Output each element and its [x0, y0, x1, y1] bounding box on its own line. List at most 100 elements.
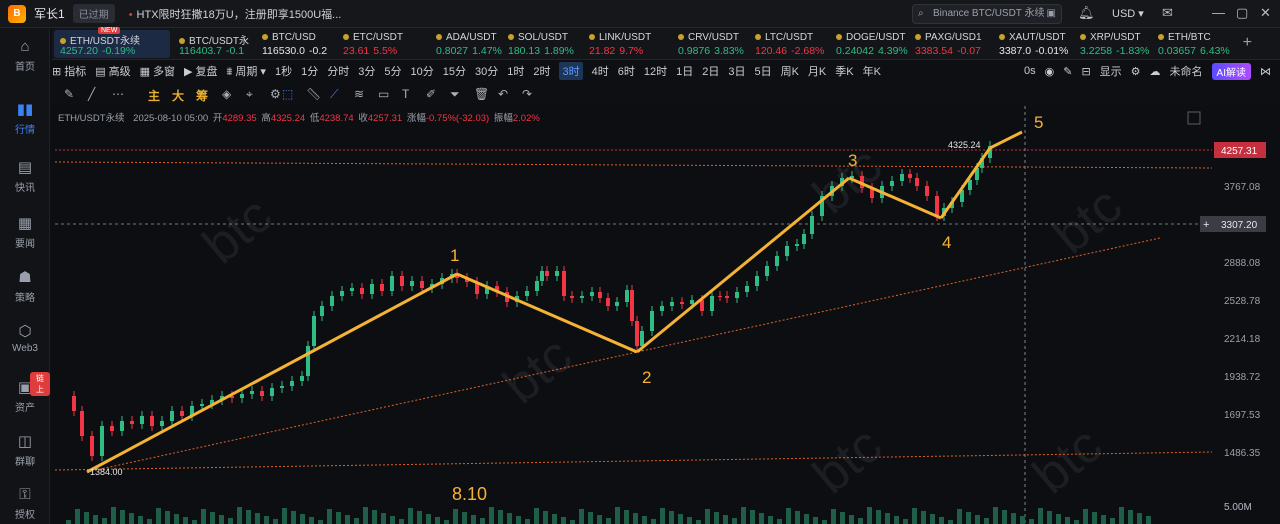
- timeframe-tab[interactable]: 年K: [863, 63, 881, 79]
- ticker-tab[interactable]: ETH/BTC 0.03657 6.43%: [1152, 30, 1236, 58]
- timeframe-tab[interactable]: 30分: [475, 63, 498, 79]
- ticker-tab[interactable]: ETH/USDT永续 4257.20 -0.19%: [54, 30, 170, 58]
- ticker-tab[interactable]: ETC/USDT 23.61 5.5%: [337, 30, 421, 58]
- sidebar-item-web3[interactable]: ⬡ Web3: [0, 322, 50, 354]
- ruler-icon[interactable]: 📏︎: [306, 87, 321, 101]
- tools-icon[interactable]: ⚙: [270, 87, 281, 101]
- sidebar-item-market[interactable]: ▮▮ 行情: [0, 100, 50, 136]
- trash-icon[interactable]: 🗑︎: [474, 87, 489, 101]
- camera-icon[interactable]: ◉: [1045, 65, 1055, 78]
- candle-body: [80, 411, 84, 436]
- more-icon[interactable]: ⋯: [112, 87, 124, 101]
- timeframe-tab[interactable]: 6时: [618, 63, 635, 79]
- timeframe-tab[interactable]: 5日: [754, 63, 771, 79]
- line-icon[interactable]: ╱: [88, 87, 95, 101]
- timeframe-tab[interactable]: 5分: [384, 63, 401, 79]
- promo-banner[interactable]: • HTX限时狂撒18万U，注册即享1500U福...: [129, 6, 342, 22]
- search-input[interactable]: ⌕ Binance BTC/USDT 永续 ▣: [912, 4, 1062, 24]
- ticker-price-value: 120.46: [755, 45, 788, 57]
- timeframe-tab[interactable]: 周K: [781, 63, 799, 79]
- sidebar-item-assets[interactable]: 链上 ▣ 资产: [0, 372, 50, 414]
- toolbar-multiwindow-button[interactable]: ▦ 多窗: [140, 63, 175, 79]
- maximize-icon[interactable]: ▢: [1236, 5, 1248, 21]
- fib-icon[interactable]: ≋: [354, 87, 364, 101]
- toolbar-candle-type-button[interactable]: ⩩ 周期 ▾: [227, 63, 266, 79]
- brush-icon[interactable]: ✐: [426, 87, 436, 101]
- timeframe-tab[interactable]: 3日: [728, 63, 745, 79]
- username[interactable]: 军长1: [34, 5, 65, 22]
- timeframe-tab[interactable]: 2日: [702, 63, 719, 79]
- timeframe-tab[interactable]: 1时: [507, 63, 524, 79]
- close-icon[interactable]: ✕: [1260, 5, 1271, 21]
- chips-button[interactable]: 筹: [196, 87, 208, 104]
- text-icon[interactable]: T: [402, 87, 409, 101]
- membership-status-badge[interactable]: 已过期: [72, 4, 115, 23]
- rect-icon[interactable]: ▭: [378, 87, 389, 101]
- ticker-tab[interactable]: CRV/USDT 0.9876 3.83%: [672, 30, 756, 58]
- sidebar-item-strategy[interactable]: ☗ 策略: [0, 268, 50, 304]
- timeframe-tab[interactable]: 1分: [301, 63, 318, 79]
- toolbar-indicator-button[interactable]: ⊞ 指标: [52, 63, 86, 79]
- toolbar-advanced-button[interactable]: ▤ 高级: [95, 63, 130, 79]
- filter-icon[interactable]: ⏷: [450, 87, 460, 102]
- candle-body: [810, 216, 814, 234]
- ticker-tab[interactable]: BTC/USD 116530.0 -0.2: [256, 30, 340, 58]
- sidebar-item-chat[interactable]: ◫ 群聊: [0, 432, 50, 468]
- chart-area[interactable]: ETH/USDT永续 2025-08-10 05:00 开4289.35 高43…: [52, 106, 1280, 524]
- layout-name-select[interactable]: 未命名: [1170, 63, 1203, 79]
- crosshair-icon[interactable]: ⌖: [246, 87, 253, 102]
- timeframe-tab[interactable]: 分时: [327, 63, 349, 79]
- ticker-tab[interactable]: LTC/USDT 120.46 -2.68%: [749, 30, 833, 58]
- cloud-icon[interactable]: ☁: [1150, 65, 1161, 78]
- timeframe-tab[interactable]: 季K: [835, 63, 853, 79]
- replay-icon: ▶: [184, 66, 193, 78]
- share-icon[interactable]: ⋈: [1260, 65, 1271, 78]
- minimize-icon[interactable]: —: [1212, 5, 1225, 20]
- toolbar-replay-button[interactable]: ▶ 复盘: [184, 63, 217, 79]
- ai-analysis-button[interactable]: AI解读: [1211, 62, 1251, 80]
- indicator-icon[interactable]: ◈: [222, 87, 231, 101]
- price-chart[interactable]: btcbtcbtc btcbtc btc3767.082888.082528.782…: [52, 106, 1280, 524]
- refresh-rate-button[interactable]: 0s: [1024, 65, 1036, 77]
- timeframe-tab[interactable]: 月K: [808, 63, 826, 79]
- settings-icon[interactable]: ⚙: [1131, 65, 1141, 78]
- scan-icon[interactable]: ▣: [1047, 5, 1056, 23]
- ticker-tab[interactable]: XRP/USDT 3.2258 -1.83%: [1074, 30, 1158, 58]
- ticker-tab[interactable]: BTC/USDT永 116403.7 -0.1: [173, 30, 257, 58]
- volume-bar: [399, 519, 404, 524]
- timeframe-tab[interactable]: 4时: [592, 63, 609, 79]
- volume-bar: [417, 511, 422, 524]
- timeframe-tab[interactable]: 3时: [559, 62, 583, 80]
- trendline-icon[interactable]: ⟋: [330, 87, 338, 102]
- undo-icon[interactable]: ↶: [498, 87, 508, 101]
- timeframe-tab[interactable]: 2时: [533, 63, 550, 79]
- ticker-tab[interactable]: LINK/USDT 21.82 9.7%: [583, 30, 667, 58]
- timeframe-tab[interactable]: 1秒: [275, 63, 292, 79]
- display-button[interactable]: 显示: [1100, 63, 1122, 79]
- timeframe-tab[interactable]: 3分: [358, 63, 375, 79]
- ticker-tab[interactable]: DOGE/USDT 0.24042 4.39%: [830, 30, 914, 58]
- sidebar-item-home[interactable]: ⌂ 首页: [0, 38, 50, 73]
- timeframe-tab[interactable]: 12时: [644, 63, 667, 79]
- redo-icon[interactable]: ↷: [522, 87, 532, 101]
- big-order-button[interactable]: 大: [172, 87, 184, 104]
- sidebar-item-auth[interactable]: ⚿ 授权: [0, 486, 50, 521]
- main-indicator-button[interactable]: 主: [148, 87, 160, 104]
- volume-bar: [696, 520, 701, 524]
- edit-icon[interactable]: ✎: [1063, 65, 1072, 78]
- timeframe-tab[interactable]: 10分: [410, 63, 433, 79]
- timeframe-tab[interactable]: 15分: [443, 63, 466, 79]
- mail-icon[interactable]: ✉: [1162, 5, 1173, 21]
- timeframe-tab[interactable]: 1日: [676, 63, 693, 79]
- add-ticker-icon[interactable]: +: [1243, 34, 1252, 52]
- sidebar-item-flash[interactable]: ▤ 快讯: [0, 158, 50, 194]
- sidebar-item-headlines[interactable]: ▦ 要闻: [0, 214, 50, 250]
- select-icon[interactable]: ⬚: [282, 87, 293, 101]
- ticker-tab[interactable]: PAXG/USD1 3383.54 -0.07: [909, 30, 993, 58]
- ticker-tab[interactable]: SOL/USDT 180.13 1.89%: [502, 30, 586, 58]
- layout-icon[interactable]: ⊟: [1081, 65, 1090, 78]
- pen-icon[interactable]: ✎: [64, 87, 74, 101]
- bell-icon[interactable]: 🔔︎: [1078, 5, 1095, 21]
- ticker-tab[interactable]: XAUT/USDT 3387.0 -0.01%: [993, 30, 1077, 58]
- currency-select[interactable]: USD ▾: [1112, 7, 1144, 20]
